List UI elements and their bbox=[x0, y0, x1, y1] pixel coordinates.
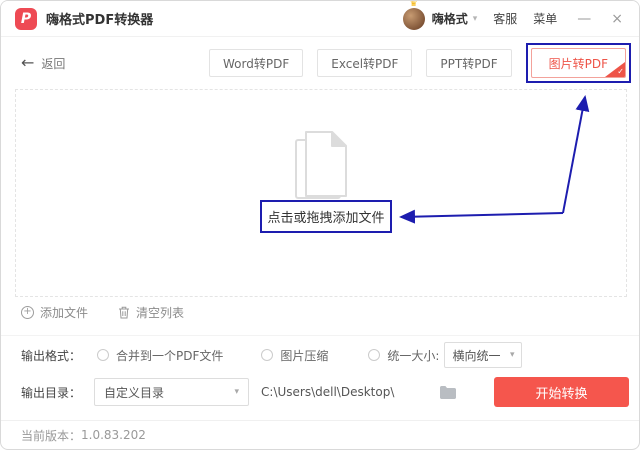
avatar-image bbox=[402, 7, 425, 30]
file-action-row: + 添加文件 清空列表 bbox=[21, 304, 184, 321]
app-title: 嗨格式PDF转换器 bbox=[46, 13, 154, 28]
clear-list-button[interactable]: 清空列表 bbox=[118, 304, 184, 321]
documents-icon bbox=[295, 131, 347, 199]
radio-merge-pdf[interactable]: 合并到一个PDF文件 bbox=[97, 347, 223, 364]
username[interactable]: 嗨格式 bbox=[432, 10, 468, 27]
size-option-label: 统一大小: bbox=[387, 348, 440, 363]
tab-ppt-to-pdf[interactable]: PPT转PDF bbox=[426, 49, 512, 77]
file-dropzone[interactable]: 点击或拖拽添加文件 bbox=[15, 89, 627, 297]
support-link[interactable]: 客服 bbox=[493, 10, 517, 27]
section-divider bbox=[1, 335, 639, 336]
back-button[interactable]: ← 返回 bbox=[21, 55, 65, 72]
crown-icon: ♛ bbox=[409, 0, 418, 9]
uniform-size-select[interactable]: 横向统一 ▾ bbox=[444, 342, 523, 368]
back-label: 返回 bbox=[41, 56, 66, 71]
radio-icon bbox=[368, 349, 381, 361]
output-dir-value: 自定义目录 bbox=[104, 385, 165, 400]
tab-excel-to-pdf[interactable]: Excel转PDF bbox=[317, 49, 413, 77]
radio-image-compress[interactable]: 图片压缩 bbox=[261, 347, 328, 364]
browse-folder-button[interactable] bbox=[440, 385, 457, 399]
annotation-highlight-box: 图片转PDF ✓ bbox=[525, 43, 631, 83]
merge-option-label: 合并到一个PDF文件 bbox=[116, 348, 224, 363]
dropzone-hint-label: 点击或拖拽添加文件 bbox=[267, 211, 385, 226]
conversion-tabs: Word转PDF Excel转PDF PPT转PDF 图片转PDF ✓ bbox=[209, 43, 631, 83]
chevron-down-icon[interactable]: ▾ bbox=[473, 14, 478, 24]
compress-option-label: 图片压缩 bbox=[280, 348, 329, 363]
trash-icon bbox=[119, 306, 130, 319]
add-file-label: 添加文件 bbox=[40, 306, 89, 320]
start-convert-button[interactable]: 开始转换 bbox=[494, 377, 629, 407]
chevron-down-icon: ▾ bbox=[509, 350, 515, 360]
radio-icon bbox=[261, 349, 274, 361]
toolbar: ← 返回 Word转PDF Excel转PDF PPT转PDF 图片转PDF ✓ bbox=[1, 37, 639, 89]
tab-word-to-pdf[interactable]: Word转PDF bbox=[209, 49, 304, 77]
titlebar: P 嗨格式PDF转换器 ♛ 嗨格式 ▾ 客服 菜单 — × bbox=[1, 1, 639, 37]
tab-image-to-pdf[interactable]: 图片转PDF ✓ bbox=[530, 48, 626, 78]
output-dir-label: 输出目录： bbox=[21, 385, 82, 400]
output-format-row: 输出格式： 合并到一个PDF文件 图片压缩 统一大小: 横向统一 ▾ bbox=[21, 341, 619, 369]
clear-list-label: 清空列表 bbox=[136, 306, 185, 320]
app-window: P 嗨格式PDF转换器 ♛ 嗨格式 ▾ 客服 菜单 — × ← 返回 Word转… bbox=[0, 0, 640, 450]
radio-uniform-size[interactable]: 统一大小: bbox=[368, 347, 439, 364]
add-file-button[interactable]: + 添加文件 bbox=[21, 304, 88, 321]
output-format-label: 输出格式： bbox=[21, 348, 82, 363]
check-icon: ✓ bbox=[617, 67, 624, 77]
dropzone-hint[interactable]: 点击或拖拽添加文件 bbox=[260, 200, 392, 233]
app-logo-icon: P bbox=[15, 7, 37, 30]
user-avatar[interactable]: ♛ bbox=[402, 1, 425, 30]
chevron-down-icon: ▾ bbox=[234, 387, 240, 397]
version-label: 当前版本： bbox=[21, 428, 82, 443]
statusbar: 当前版本： 1.0.83.202 bbox=[1, 420, 639, 449]
back-arrow-icon: ← bbox=[21, 53, 35, 72]
radio-icon bbox=[97, 349, 110, 361]
output-path: C:\Users\dell\Desktop\ bbox=[261, 385, 395, 399]
plus-circle-icon: + bbox=[21, 306, 34, 319]
version-value: 1.0.83.202 bbox=[81, 428, 146, 442]
tab-image-to-pdf-label: 图片转PDF bbox=[548, 56, 608, 71]
menu-link[interactable]: 菜单 bbox=[533, 10, 557, 27]
close-button[interactable]: × bbox=[611, 12, 623, 26]
uniform-size-value: 横向统一 bbox=[452, 348, 501, 363]
output-dir-select[interactable]: 自定义目录 ▾ bbox=[94, 378, 250, 406]
minimize-button[interactable]: — bbox=[577, 12, 591, 26]
folder-icon bbox=[440, 385, 457, 399]
output-dir-row: 输出目录： 自定义目录 ▾ C:\Users\dell\Desktop\ 开始转… bbox=[21, 377, 629, 407]
